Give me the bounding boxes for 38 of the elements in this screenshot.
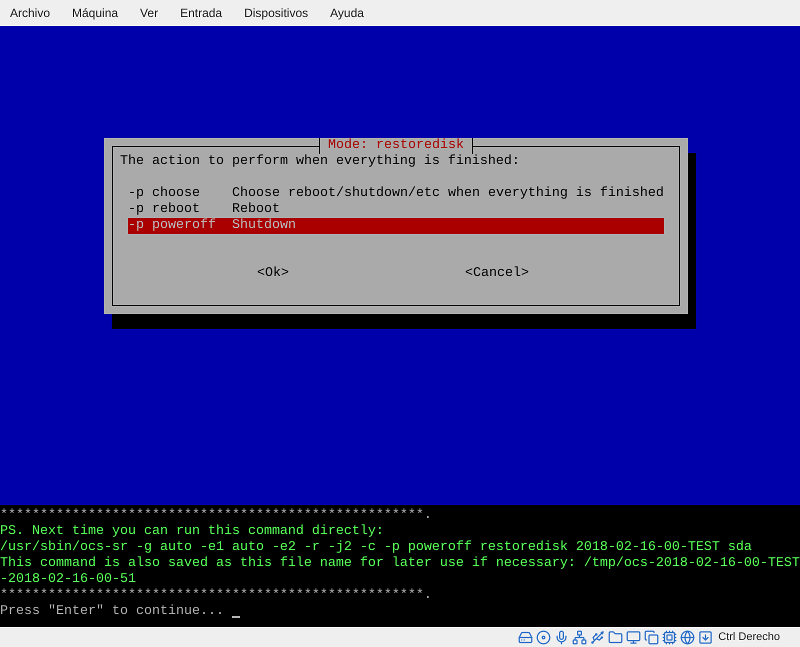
dialog-button[interactable]: <Cancel> [465,266,529,282]
dialog-title: Mode: restoredisk [319,138,473,154]
host-key-label: Ctrl Derecho [718,630,780,645]
monitor-icon[interactable] [626,630,642,644]
terminal-line: -2018-02-16-00-51 [0,572,136,588]
dialog-prompt: The action to perform when everything is finished: [120,154,521,170]
folder-icon[interactable] [608,630,624,644]
terminal-line: Press "Enter" to continue... [0,604,224,620]
microphone-icon[interactable] [554,630,570,644]
terminal-line: /usr/sbin/ocs-sr -g auto -e1 auto -e2 -r -j2 -c -p poweroff restoredisk 2018-02-16-00-TEST sda [0,540,752,556]
usb-icon[interactable] [590,630,606,644]
dialog-button[interactable]: <Ok> [257,266,289,282]
option-label: Choose reboot/shutdown/etc when everything is finished [232,186,664,202]
option-label: Shutdown [232,218,296,234]
menu-item[interactable]: Ayuda [330,4,364,22]
option-tag: -p reboot [128,202,232,218]
menu-item[interactable]: Dispositivos [244,4,308,22]
menu-item[interactable]: Archivo [10,4,50,22]
option-row[interactable]: -p choose Choose reboot/shutdown/etc when everything is finished [128,186,664,202]
menu-item[interactable]: Entrada [180,4,222,22]
terminal-line: *****************************************************. [0,588,432,604]
menu-item[interactable]: Máquina [72,4,118,22]
chip-icon[interactable] [662,630,678,644]
network-icon[interactable] [572,630,588,644]
cursor-icon [232,616,240,618]
option-row[interactable]: -p poweroff Shutdown [128,218,664,234]
windows-icon[interactable] [644,630,660,644]
option-row[interactable]: -p reboot Reboot [128,202,664,218]
terminal-line: This command is also saved as this file name for later use if necessary: /tmp/ocs-2018-02-16-00-TEST [0,556,800,572]
terminal-line: *****************************************************. [0,508,432,524]
option-tag: -p choose [128,186,232,202]
globe-icon[interactable] [680,630,696,644]
option-label: Reboot [232,202,280,218]
terminal-line: PS. Next time you can run this command directly: [0,524,384,540]
disc-icon[interactable] [536,630,552,644]
menu-item[interactable]: Ver [140,4,158,22]
option-tag: -p poweroff [128,218,232,234]
hard-drive-icon[interactable] [518,630,534,644]
